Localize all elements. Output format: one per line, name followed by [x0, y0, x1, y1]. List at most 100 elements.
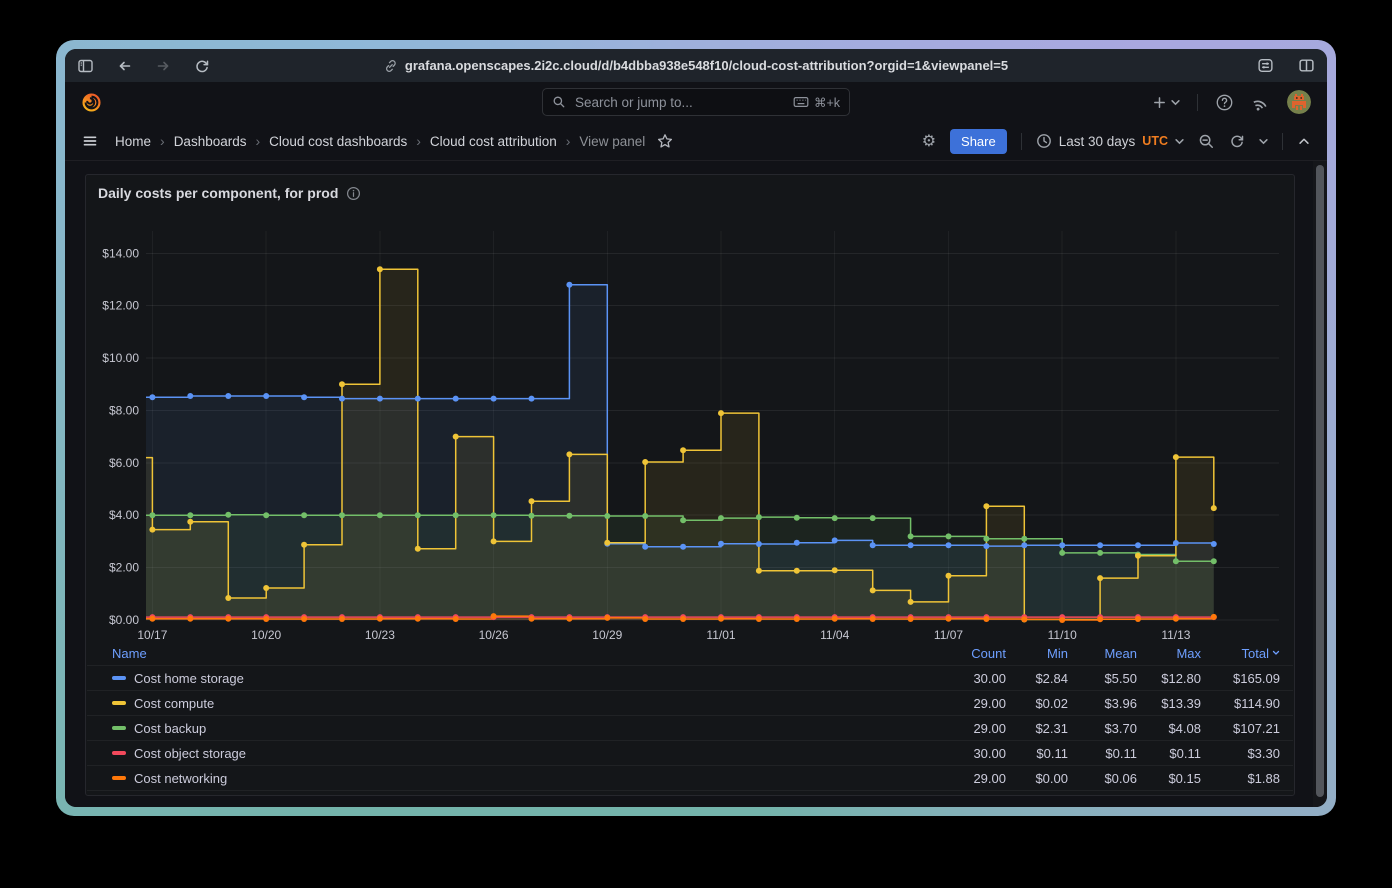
series-total: $3.30	[1201, 746, 1280, 761]
svg-text:11/04: 11/04	[820, 628, 849, 641]
series-count: 29.00	[916, 721, 1006, 736]
breadcrumb-folder[interactable]: Cloud cost dashboards	[269, 134, 407, 149]
legend-row: Cost object storage 30.00 $0.11 $0.11 $0…	[87, 741, 1293, 766]
search-field[interactable]	[573, 94, 786, 111]
svg-text:10/20: 10/20	[251, 628, 281, 641]
series-max: $0.15	[1137, 771, 1201, 786]
browser-toolbar: grafana.openscapes.2i2c.cloud/d/b4dbba93…	[65, 49, 1327, 82]
series-name: Cost compute	[134, 696, 214, 711]
mega-menu-icon[interactable]	[81, 133, 99, 149]
legend-table: Name Count Min Mean Max Total	[87, 641, 1293, 791]
time-range-label: Last 30 days	[1059, 134, 1136, 149]
sidebar-toggle-icon[interactable]	[77, 58, 94, 74]
scrollbar-track[interactable]	[1313, 161, 1327, 807]
col-count[interactable]: Count	[916, 646, 1006, 661]
split-view-icon[interactable]	[1298, 57, 1315, 74]
series-name: Cost object storage	[134, 746, 246, 761]
series-mean: $3.70	[1068, 721, 1137, 736]
svg-text:11/07: 11/07	[934, 628, 963, 641]
series-count: 30.00	[916, 671, 1006, 686]
series-min: $0.00	[1006, 771, 1068, 786]
series-mean: $0.06	[1068, 771, 1137, 786]
cost-chart: $0.00$2.00$4.00$6.00$8.00$10.00$12.00$14…	[86, 211, 1294, 641]
forward-icon[interactable]	[155, 58, 172, 74]
series-name: Cost backup	[134, 721, 206, 736]
legend-row: Cost compute 29.00 $0.02 $3.96 $13.39 $1…	[87, 691, 1293, 716]
keyboard-icon	[793, 95, 809, 109]
info-icon[interactable]	[346, 186, 361, 201]
series-color-dash	[112, 751, 126, 755]
svg-text:11/01: 11/01	[706, 628, 735, 641]
col-max[interactable]: Max	[1137, 646, 1201, 661]
series-color-dash	[112, 726, 126, 730]
series-total: $1.88	[1201, 771, 1280, 786]
time-range-picker[interactable]: Last 30 days UTC	[1036, 133, 1184, 149]
series-max: $12.80	[1137, 671, 1201, 686]
svg-text:$4.00: $4.00	[109, 508, 139, 522]
series-toggle[interactable]: Cost home storage	[112, 671, 916, 686]
series-max: $13.39	[1137, 696, 1201, 711]
series-toggle[interactable]: Cost object storage	[112, 746, 916, 761]
col-min[interactable]: Min	[1006, 646, 1068, 661]
tune-icon[interactable]	[1257, 57, 1274, 74]
series-mean: $0.11	[1068, 746, 1137, 761]
series-toggle[interactable]: Cost compute	[112, 696, 916, 711]
zoom-out-icon[interactable]	[1198, 133, 1215, 150]
series-min: $0.02	[1006, 696, 1068, 711]
series-min: $2.84	[1006, 671, 1068, 686]
legend-header: Name Count Min Mean Max Total	[87, 641, 1293, 666]
svg-text:11/10: 11/10	[1048, 628, 1077, 641]
dashboard-toolbar: Home › Dashboards › Cloud cost dashboard…	[65, 122, 1327, 161]
series-toggle[interactable]: Cost networking	[112, 771, 916, 786]
reload-icon[interactable]	[194, 58, 210, 74]
series-count: 30.00	[916, 746, 1006, 761]
series-color-dash	[112, 776, 126, 780]
col-name[interactable]: Name	[112, 646, 916, 661]
news-icon[interactable]	[1251, 93, 1270, 112]
svg-text:$14.00: $14.00	[102, 246, 139, 260]
star-icon[interactable]	[657, 133, 673, 149]
svg-text:10/29: 10/29	[592, 628, 622, 641]
search-shortcut: ⌘+k	[814, 95, 840, 110]
panel-header[interactable]: Daily costs per component, for prod	[86, 175, 1294, 211]
series-total: $114.90	[1201, 696, 1280, 711]
series-toggle[interactable]: Cost backup	[112, 721, 916, 736]
grafana-header: ⌘+k	[65, 82, 1327, 122]
series-total: $165.09	[1201, 671, 1280, 686]
series-count: 29.00	[916, 771, 1006, 786]
svg-text:$8.00: $8.00	[109, 403, 139, 417]
breadcrumb-dashboard[interactable]: Cloud cost attribution	[430, 134, 557, 149]
help-icon[interactable]	[1215, 93, 1234, 112]
refresh-interval-dropdown[interactable]	[1259, 138, 1268, 145]
back-icon[interactable]	[116, 58, 133, 74]
timezone-label: UTC	[1142, 134, 1168, 148]
address-bar[interactable]: grafana.openscapes.2i2c.cloud/d/b4dbba93…	[384, 58, 1008, 73]
refresh-icon[interactable]	[1229, 133, 1245, 149]
svg-text:10/26: 10/26	[479, 628, 509, 641]
share-button[interactable]: Share	[950, 129, 1007, 154]
search-input[interactable]: ⌘+k	[542, 88, 850, 116]
svg-text:11/13: 11/13	[1161, 628, 1190, 641]
breadcrumb-dashboards[interactable]: Dashboards	[174, 134, 247, 149]
user-avatar[interactable]	[1287, 90, 1311, 114]
dashboard-settings-icon[interactable]: ⚙	[922, 133, 936, 149]
svg-text:$2.00: $2.00	[109, 561, 139, 575]
svg-text:$12.00: $12.00	[102, 299, 139, 313]
scrollbar-thumb[interactable]	[1316, 165, 1324, 797]
series-mean: $3.96	[1068, 696, 1137, 711]
grafana-logo[interactable]	[81, 92, 102, 113]
svg-text:$10.00: $10.00	[102, 351, 139, 365]
breadcrumb-home[interactable]: Home	[115, 134, 151, 149]
collapse-toolbar-icon[interactable]	[1297, 135, 1311, 147]
search-icon	[552, 95, 566, 109]
series-total: $107.21	[1201, 721, 1280, 736]
col-mean[interactable]: Mean	[1068, 646, 1137, 661]
legend-row: Cost home storage 30.00 $2.84 $5.50 $12.…	[87, 666, 1293, 691]
col-total[interactable]: Total	[1201, 646, 1280, 661]
url-text: grafana.openscapes.2i2c.cloud/d/b4dbba93…	[405, 58, 1008, 73]
cost-panel: Daily costs per component, for prod $0.0…	[85, 174, 1295, 796]
breadcrumb-view-panel: View panel	[579, 134, 645, 149]
series-name: Cost networking	[134, 771, 227, 786]
new-menu-button[interactable]	[1152, 95, 1180, 110]
legend-rows: Cost home storage 30.00 $2.84 $5.50 $12.…	[87, 666, 1293, 791]
